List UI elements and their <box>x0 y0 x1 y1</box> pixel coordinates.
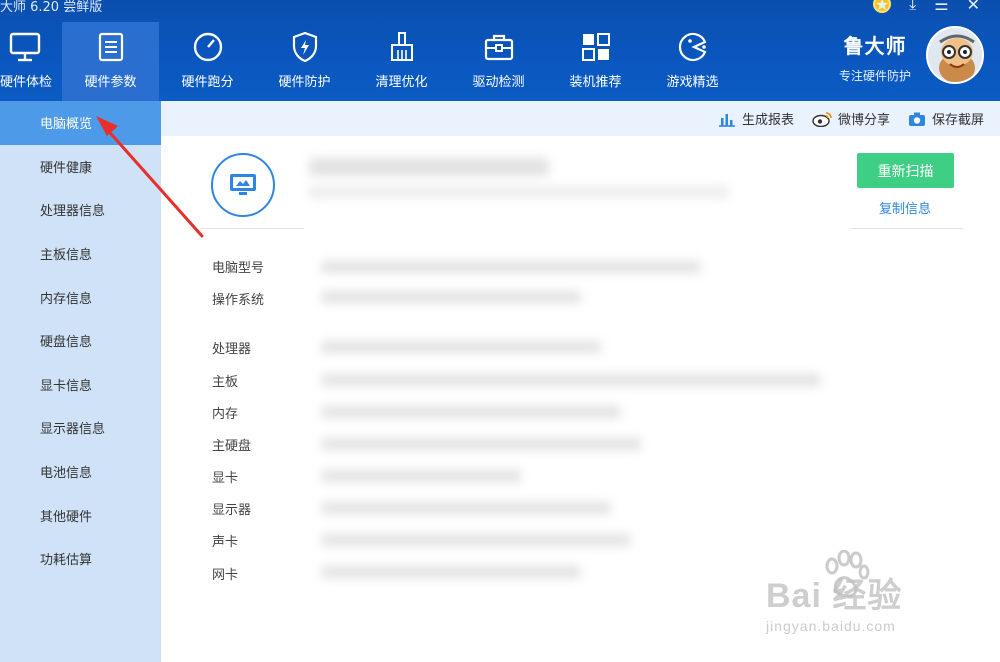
blurred-value <box>321 261 701 273</box>
sidebar-item-other[interactable]: 其他硬件 <box>0 493 161 537</box>
blurred-value <box>321 341 601 353</box>
divider <box>851 228 963 229</box>
monitor-icon <box>8 30 42 64</box>
sidebar: 电脑概览 硬件健康 处理器信息 主板信息 内存信息 硬盘信息 显卡信息 显示器信… <box>0 101 161 662</box>
label-memory: 内存 <box>212 407 239 422</box>
computer-icon <box>211 153 275 217</box>
brand-slogan: 专注硬件防护 <box>838 69 911 83</box>
nav-label: 硬件参数 <box>84 75 137 90</box>
blurred-value <box>321 470 521 482</box>
blurred-subtitle <box>309 186 729 198</box>
nav-item-driver[interactable]: 驱动检测 <box>450 22 547 101</box>
sidebar-item-battery[interactable]: 电池信息 <box>0 450 161 494</box>
header: 大师 6.20 尝鲜版 ★ ⤓ ☰ ✕ 硬件体检 硬件参数 硬件跑分 硬件防护 … <box>0 0 1000 101</box>
sidebar-item-display[interactable]: 显示器信息 <box>0 406 161 450</box>
sidebar-item-cpu[interactable]: 处理器信息 <box>0 188 161 232</box>
label-motherboard: 主板 <box>212 375 239 390</box>
blurred-value <box>321 534 631 546</box>
list-icon <box>94 30 128 64</box>
grid-icon <box>579 30 613 64</box>
blurred-value <box>321 502 611 514</box>
gamepad-icon <box>676 30 710 64</box>
label-network: 网卡 <box>212 568 239 583</box>
nav-item-hardware-check[interactable]: 硬件体检 <box>0 22 62 101</box>
watermark-sub: jingyan.baidu.com <box>766 618 896 634</box>
rescan-button[interactable]: 重新扫描 <box>857 153 954 188</box>
label-os: 操作系统 <box>212 293 265 308</box>
label-gpu: 显卡 <box>212 471 239 486</box>
nav-label: 装机推荐 <box>569 75 622 90</box>
sidebar-item-memory[interactable]: 内存信息 <box>0 275 161 319</box>
speedometer-icon <box>191 30 225 64</box>
avatar[interactable] <box>926 26 984 84</box>
sidebar-item-overview[interactable]: 电脑概览 <box>0 101 161 145</box>
sidebar-item-health[interactable]: 硬件健康 <box>0 145 161 189</box>
nav-item-protection[interactable]: 硬件防护 <box>256 22 353 101</box>
watermark-main: Bai 经验 <box>766 577 903 615</box>
sidebar-item-motherboard[interactable]: 主板信息 <box>0 232 161 276</box>
blurred-value <box>321 374 821 386</box>
weibo-share-button[interactable]: 微博分享 <box>812 109 890 128</box>
sidebar-item-disk[interactable]: 硬盘信息 <box>0 319 161 363</box>
main-nav: 硬件体检 硬件参数 硬件跑分 硬件防护 清理优化 驱动检测 装机推荐 游戏精选 <box>0 22 741 101</box>
label-display: 显示器 <box>212 503 252 518</box>
nav-label: 硬件跑分 <box>181 75 234 90</box>
nav-item-hardware-params[interactable]: 硬件参数 <box>62 22 159 101</box>
label-main-disk: 主硬盘 <box>212 439 252 454</box>
screenshot-label: 保存截屏 <box>931 113 984 128</box>
nav-label: 硬件体检 <box>0 75 53 90</box>
sidebar-item-gpu[interactable]: 显卡信息 <box>0 363 161 407</box>
window-controls: ★ ⤓ ☰ ✕ <box>873 0 980 14</box>
nav-label: 驱动检测 <box>472 75 525 90</box>
divider <box>201 228 304 229</box>
sidebar-item-power[interactable]: 功耗估算 <box>0 537 161 581</box>
shield-icon <box>288 30 322 64</box>
nav-label: 硬件防护 <box>278 75 331 90</box>
close-icon[interactable]: ✕ <box>967 0 980 14</box>
baidu-jingyan-watermark: Bai 经验 jingyan.baidu.com <box>760 550 980 645</box>
nav-item-cleanup[interactable]: 清理优化 <box>353 22 450 101</box>
label-computer-model: 电脑型号 <box>212 261 265 276</box>
toolbox-icon <box>482 30 516 64</box>
blurred-value <box>321 438 641 450</box>
nav-item-recommend[interactable]: 装机推荐 <box>547 22 644 101</box>
download-icon[interactable]: ⤓ <box>909 0 916 14</box>
menu-icon[interactable]: ☰ <box>934 0 948 14</box>
blurred-value <box>321 406 621 418</box>
window-title: 大师 6.20 尝鲜版 <box>0 0 103 15</box>
blurred-value <box>321 566 581 578</box>
brand-name: 鲁大师 <box>843 34 907 58</box>
label-cpu: 处理器 <box>212 342 252 357</box>
blurred-title <box>309 158 549 176</box>
share-label: 微博分享 <box>837 113 890 128</box>
brand: 鲁大师 专注硬件防护 <box>830 30 920 84</box>
blurred-value <box>321 291 581 303</box>
nav-item-games[interactable]: 游戏精选 <box>644 22 741 101</box>
save-screenshot-button[interactable]: 保存截屏 <box>908 109 984 128</box>
broom-icon <box>385 30 419 64</box>
camera-icon <box>908 111 926 127</box>
nav-label: 清理优化 <box>375 75 428 90</box>
label-sound: 声卡 <box>212 535 239 550</box>
nav-item-benchmark[interactable]: 硬件跑分 <box>159 22 256 101</box>
app-window: 大师 6.20 尝鲜版 ★ ⤓ ☰ ✕ 硬件体检 硬件参数 硬件跑分 硬件防护 … <box>0 0 1000 662</box>
bar-chart-icon <box>718 111 736 127</box>
toolbar: 生成报表 微博分享 保存截屏 <box>161 101 1000 136</box>
medal-icon[interactable]: ★ <box>873 0 892 14</box>
weibo-icon <box>812 111 832 127</box>
report-label: 生成报表 <box>741 113 794 128</box>
copy-info-link[interactable]: 复制信息 <box>879 198 931 217</box>
nav-label: 游戏精选 <box>666 75 719 90</box>
generate-report-button[interactable]: 生成报表 <box>718 109 794 128</box>
